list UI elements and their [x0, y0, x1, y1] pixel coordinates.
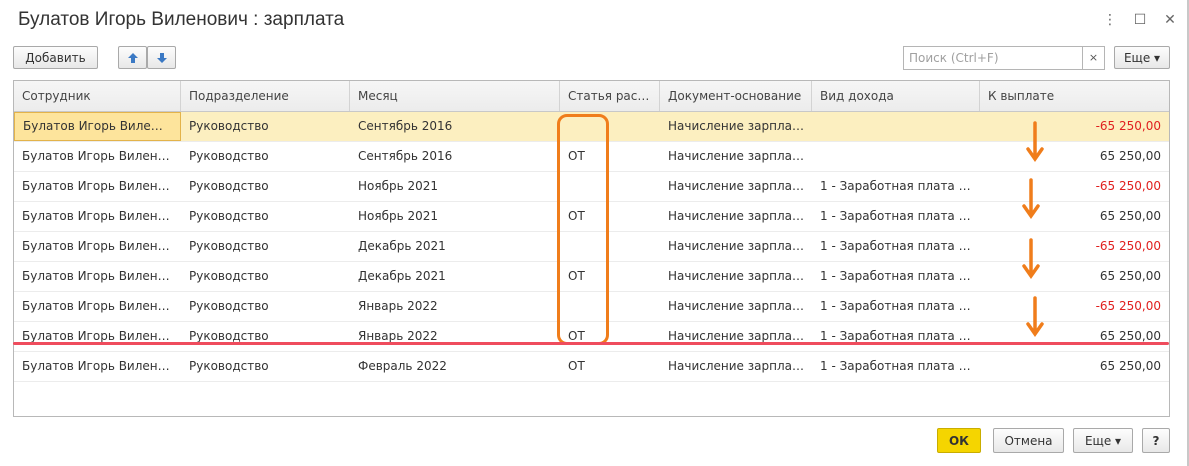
article-highlight-box: [557, 114, 609, 345]
down-arrow-annotation-icon: [1026, 296, 1044, 338]
cell-amount: 65 250,00: [1099, 359, 1161, 373]
cell-month: Январь 2022: [358, 329, 438, 343]
cell-month: Январь 2022: [358, 299, 438, 313]
cell-department: Руководство: [189, 329, 269, 343]
add-button[interactable]: Добавить: [13, 46, 98, 69]
cell-income-type: [812, 112, 980, 141]
cell-document: Начисление зарпла…: [668, 149, 804, 163]
column-header-employee[interactable]: Сотрудник: [14, 81, 181, 111]
cell-month: Ноябрь 2021: [358, 179, 439, 193]
cell-income-type: 1 - Заработная плата …: [820, 179, 971, 193]
cell-month: Декабрь 2021: [358, 269, 446, 283]
down-arrow-annotation-icon: [1026, 121, 1044, 163]
more-button[interactable]: Еще ▾: [1114, 46, 1170, 69]
window-title: Булатов Игорь Виленович : зарплата: [18, 9, 345, 30]
maximize-icon[interactable]: ☐: [1131, 10, 1149, 30]
column-header-department[interactable]: Подразделение: [181, 81, 350, 111]
cell-amount: -65 250,00: [1095, 179, 1161, 193]
cell-document: Начисление зарпла…: [668, 179, 804, 193]
cell-income-type: 1 - Заработная плата …: [820, 209, 971, 223]
cell-amount: -65 250,00: [1095, 119, 1161, 133]
cell-employee: Булатов Игорь Виле…: [14, 112, 181, 141]
cell-document: Начисление зарпла…: [668, 299, 804, 313]
cell-document: Начисление зарпла…: [668, 239, 804, 253]
cell-amount: -65 250,00: [1095, 299, 1161, 313]
column-header-month[interactable]: Месяц: [350, 81, 560, 111]
cell-department: Руководство: [189, 149, 269, 163]
cell-employee: Булатов Игорь Вилен…: [22, 209, 170, 223]
cell-amount: 65 250,00: [1099, 209, 1161, 223]
move-up-button[interactable]: [118, 46, 147, 69]
cell-department: Руководство: [189, 269, 269, 283]
cell-department: Руководство: [189, 239, 269, 253]
column-header-document[interactable]: Документ-основание: [660, 81, 812, 111]
separator-annotation-line: [13, 342, 1169, 345]
search-clear-icon[interactable]: ×: [1083, 46, 1105, 70]
cell-income-type: [812, 142, 980, 171]
cell-income-type: 1 - Заработная плата …: [820, 299, 971, 313]
cell-article: ОТ: [568, 359, 585, 373]
cell-document: Начисление зарпла…: [668, 269, 804, 283]
column-header-amount[interactable]: К выплате: [980, 81, 1169, 111]
cell-amount: 65 250,00: [1099, 329, 1161, 343]
cell-income-type: 1 - Заработная плата …: [820, 239, 971, 253]
arrow-up-icon: [127, 52, 138, 63]
column-header-article[interactable]: Статья рас…: [560, 81, 660, 111]
cell-employee: Булатов Игорь Вилен…: [22, 239, 170, 253]
cell-month: Сентябрь 2016: [358, 119, 453, 133]
footer-more-button[interactable]: Еще ▾: [1073, 428, 1133, 453]
table-row[interactable]: Булатов Игорь Вилен… Руководство Февраль 2…: [14, 352, 1169, 382]
cell-document: Начисление зарпла…: [668, 209, 804, 223]
cell-employee: Булатов Игорь Вилен…: [22, 299, 170, 313]
cell-month: Ноябрь 2021: [358, 209, 439, 223]
down-arrow-annotation-icon: [1022, 238, 1040, 280]
search-input[interactable]: [903, 46, 1083, 70]
table-header: Сотрудник Подразделение Месяц Статья рас…: [14, 81, 1169, 112]
cell-department: Руководство: [189, 179, 269, 193]
help-button[interactable]: ?: [1142, 428, 1170, 453]
cell-month: Сентябрь 2016: [358, 149, 453, 163]
arrow-down-icon: [156, 52, 167, 63]
move-down-button[interactable]: [147, 46, 176, 69]
cell-amount: -65 250,00: [1095, 239, 1161, 253]
cell-employee: Булатов Игорь Вилен…: [22, 329, 170, 343]
column-header-income-type[interactable]: Вид дохода: [812, 81, 980, 111]
cell-employee: Булатов Игорь Вилен…: [22, 149, 170, 163]
cell-department: Руководство: [189, 119, 269, 133]
cell-document: Начисление зарпла…: [668, 119, 804, 133]
cell-department: Руководство: [189, 299, 269, 313]
cell-document: Начисление зарпла…: [668, 359, 804, 373]
cell-employee: Булатов Игорь Вилен…: [22, 179, 170, 193]
cell-month: Февраль 2022: [358, 359, 447, 373]
cell-month: Декабрь 2021: [358, 239, 446, 253]
cell-document: Начисление зарпла…: [668, 329, 804, 343]
cell-income-type: 1 - Заработная плата …: [820, 359, 971, 373]
ok-button[interactable]: ОК: [937, 428, 981, 453]
more-actions-icon[interactable]: ⋮: [1101, 10, 1119, 30]
down-arrow-annotation-icon: [1022, 178, 1040, 220]
cell-amount: 65 250,00: [1099, 149, 1161, 163]
cell-department: Руководство: [189, 209, 269, 223]
close-icon[interactable]: ✕: [1161, 10, 1179, 30]
cell-income-type: 1 - Заработная плата …: [820, 329, 971, 343]
cancel-button[interactable]: Отмена: [993, 428, 1064, 453]
cell-employee: Булатов Игорь Вилен…: [22, 359, 170, 373]
cell-amount: 65 250,00: [1099, 269, 1161, 283]
cell-department: Руководство: [189, 359, 269, 373]
cell-employee: Булатов Игорь Вилен…: [22, 269, 170, 283]
cell-income-type: 1 - Заработная плата …: [820, 269, 971, 283]
